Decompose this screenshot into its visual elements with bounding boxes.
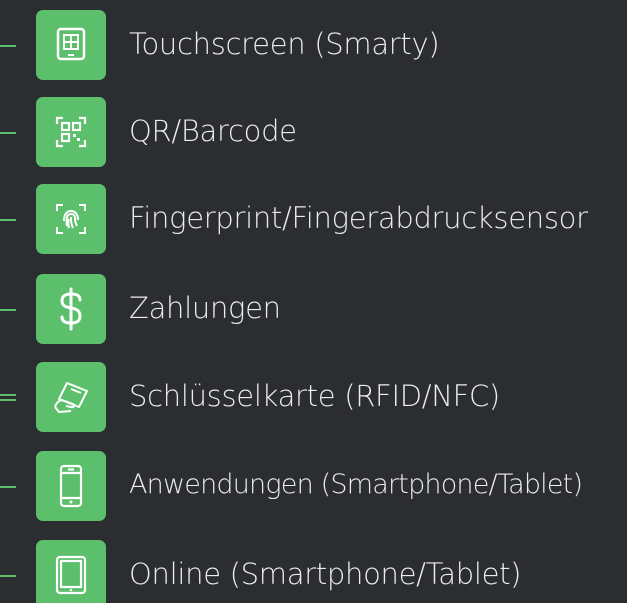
item-label: Fingerprint/Fingerabdrucksensor — [129, 201, 588, 235]
item-label: Touchscreen (Smarty) — [129, 27, 440, 61]
tablet-icon — [36, 540, 106, 603]
connector-line — [0, 45, 16, 47]
item-label: Schlüsselkarte (RFID/NFC) — [129, 379, 500, 413]
connector-line — [0, 309, 16, 311]
item-label: Zahlungen — [129, 291, 281, 325]
touchscreen-icon — [36, 10, 106, 80]
connector-line — [0, 394, 16, 401]
connector-line — [0, 575, 16, 577]
item-label: Online (Smartphone/Tablet) — [129, 557, 522, 591]
item-label: QR/Barcode — [129, 114, 297, 148]
qr-barcode-icon — [36, 97, 106, 167]
list-item-apps: Anwendungen (Smartphone/Tablet) — [0, 451, 627, 523]
access-method-list: Touchscreen (Smarty) QR/Barcode Fingerpr… — [0, 0, 627, 603]
list-item-payments: Zahlungen — [0, 274, 627, 346]
connector-line — [0, 219, 16, 221]
list-item-online: Online (Smartphone/Tablet) — [0, 540, 627, 603]
list-item-qr-barcode: QR/Barcode — [0, 97, 627, 169]
list-item-keycard: Schlüsselkarte (RFID/NFC) — [0, 362, 627, 434]
fingerprint-icon — [36, 184, 106, 254]
item-label: Anwendungen (Smartphone/Tablet) — [129, 469, 583, 500]
smartphone-icon — [36, 451, 106, 521]
dollar-icon — [36, 274, 106, 344]
list-item-fingerprint: Fingerprint/Fingerabdrucksensor — [0, 184, 627, 256]
connector-line — [0, 132, 16, 134]
connector-line — [0, 486, 16, 488]
keycard-icon — [36, 362, 106, 432]
list-item-touchscreen: Touchscreen (Smarty) — [0, 10, 627, 82]
